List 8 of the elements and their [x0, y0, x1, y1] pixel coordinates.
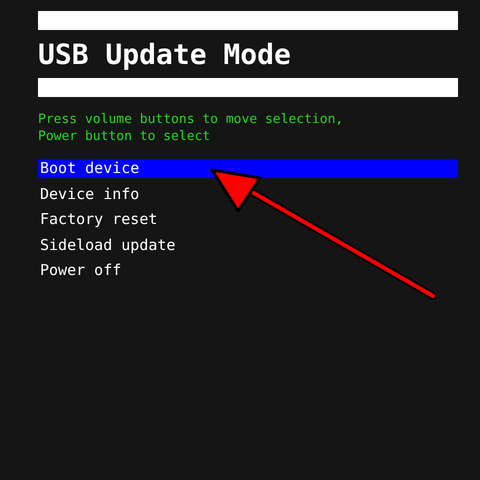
menu-item[interactable]: Power off: [38, 261, 458, 280]
screen-title: USB Update Mode: [38, 41, 292, 69]
instruction-text: Press volume buttons to move selection,: [38, 111, 344, 128]
menu-item[interactable]: Device info: [38, 184, 458, 204]
menu-item[interactable]: Boot device: [38, 159, 458, 178]
instruction-text: Power button to select: [38, 128, 210, 145]
menu-item[interactable]: Sideload update: [38, 236, 458, 254]
menu-item[interactable]: Factory reset: [38, 210, 458, 229]
